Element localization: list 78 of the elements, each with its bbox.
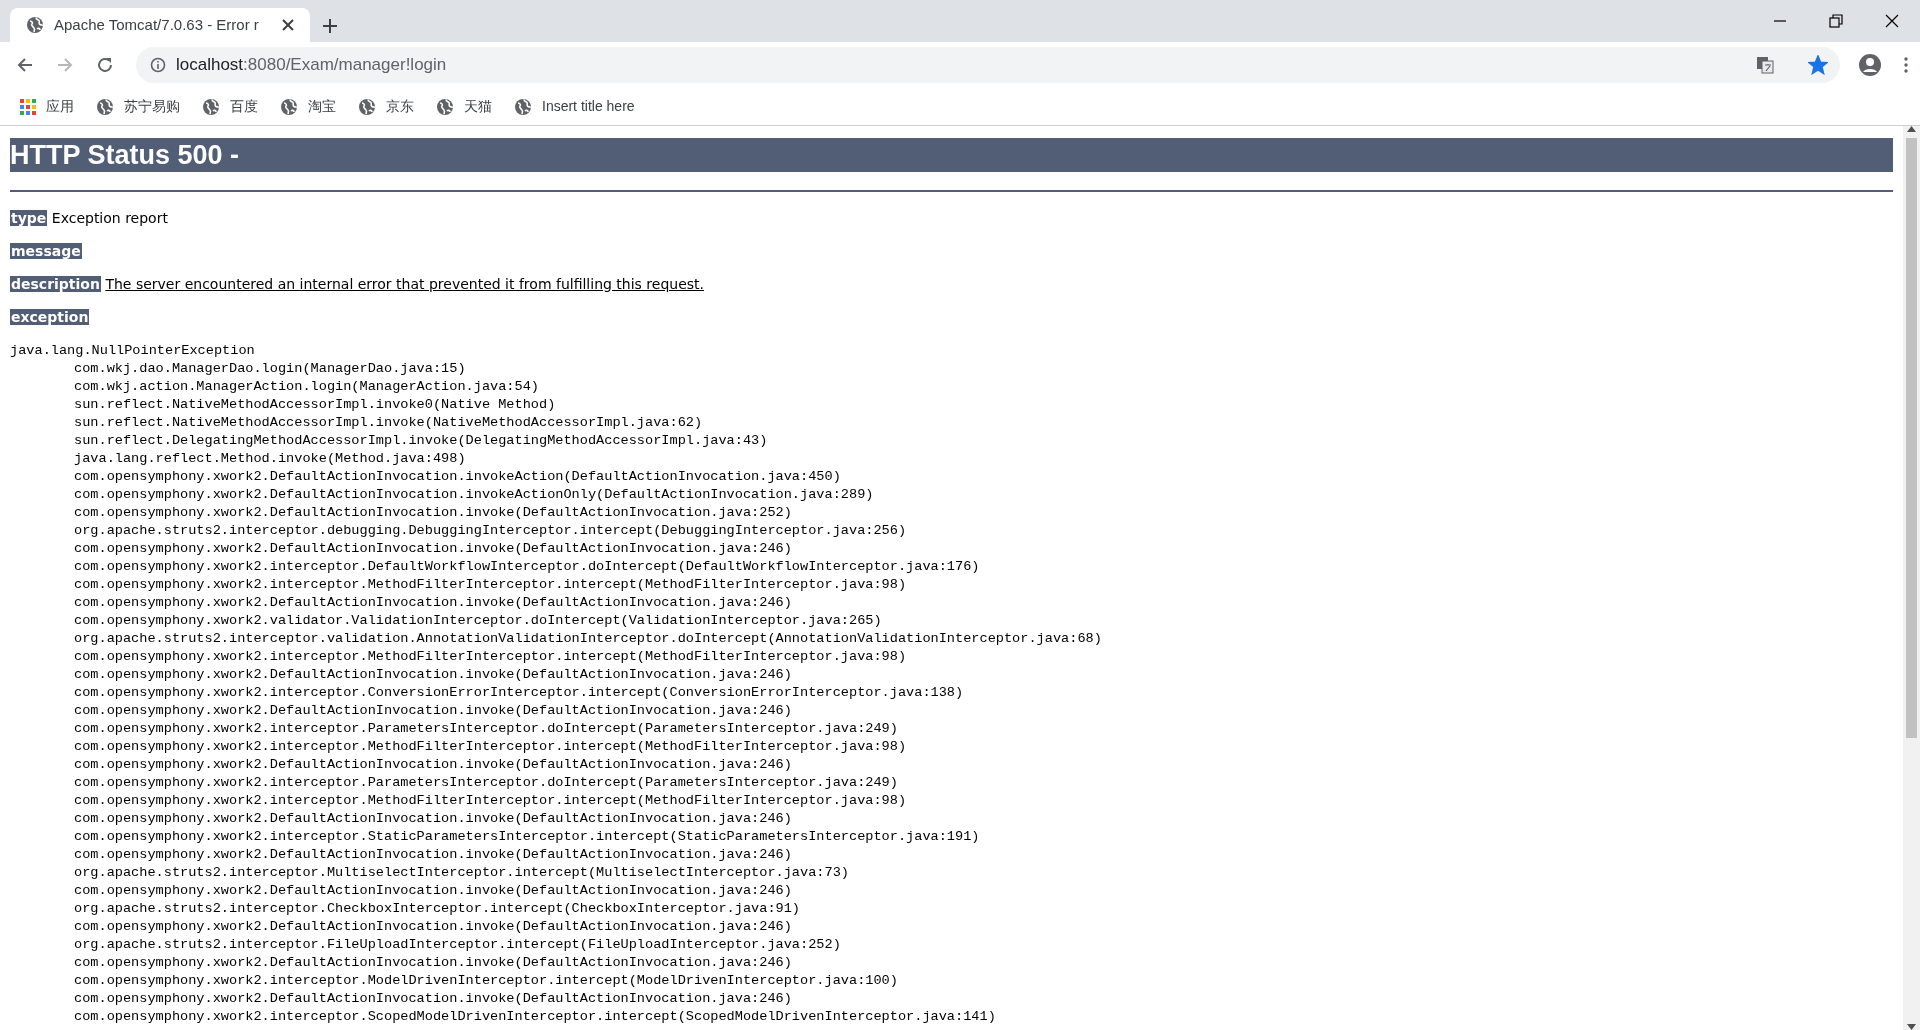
scroll-up-icon xyxy=(1907,126,1916,132)
browser-tab[interactable]: Apache Tomcat/7.0.63 - Error r xyxy=(10,8,310,42)
restore-icon xyxy=(1829,14,1843,28)
stack-frame: sun.reflect.NativeMethodAccessorImpl.invoke0(Native Method) xyxy=(74,396,556,414)
stack-frame: com.opensymphony.xwork2.interceptor.ParametersInterceptor.doIntercept(ParametersInterceptor.java:249) xyxy=(74,774,898,792)
star-icon xyxy=(1808,55,1828,75)
field-label: type xyxy=(10,210,48,226)
stack-frame: com.opensymphony.xwork2.DefaultActionInvocation.invokeActionOnly(DefaultActionInvocation.java:289) xyxy=(74,486,874,504)
globe-icon xyxy=(514,97,532,116)
field-label: description xyxy=(10,276,101,292)
plus-icon xyxy=(322,18,338,34)
stack-frame: com.opensymphony.xwork2.DefaultActionInvocation.invoke(DefaultActionInvocation.java:252) xyxy=(74,504,792,522)
stack-frame: com.opensymphony.xwork2.interceptor.StaticParametersInterceptor.intercept(StaticParametersInterceptor.java:191) xyxy=(74,828,980,846)
scroll-down-icon xyxy=(1907,1024,1916,1030)
stack-frame: com.opensymphony.xwork2.DefaultActionInvocation.invoke(DefaultActionInvocation.java:246) xyxy=(74,846,792,864)
bookmark-item[interactable]: 淘宝 xyxy=(280,96,336,117)
scrollbar[interactable] xyxy=(1903,126,1920,1030)
stack-frame: com.opensymphony.xwork2.validator.ValidationInterceptor.doIntercept(ValidationInterceptor.java:265) xyxy=(74,612,882,630)
field-value: Exception report xyxy=(51,210,168,226)
account-icon xyxy=(1858,53,1882,77)
reload-icon xyxy=(96,56,114,74)
globe-icon xyxy=(358,97,376,116)
stack-frame: com.opensymphony.xwork2.DefaultActionInvocation.invoke(DefaultActionInvocation.java:246) xyxy=(74,810,792,828)
stack-frame: com.opensymphony.xwork2.DefaultActionInvocation.invokeAction(DefaultActionInvocation.java:450) xyxy=(74,468,841,486)
stack-frame: java.lang.reflect.Method.invoke(Method.java:498) xyxy=(74,450,466,468)
description-text: The server encountered an internal error that prevented it from fulfilling this request. xyxy=(105,276,705,292)
stack-frame: com.wkj.action.ManagerAction.login(ManagerAction.java:54) xyxy=(74,378,539,396)
bookmark-item[interactable]: 京东 xyxy=(358,96,414,117)
stack-frame: com.opensymphony.xwork2.DefaultActionInvocation.invoke(DefaultActionInvocation.java:246) xyxy=(74,666,792,684)
stack-frame: com.opensymphony.xwork2.interceptor.ConversionErrorInterceptor.intercept(ConversionErrorInterceptor.java:138) xyxy=(74,684,964,702)
stack-frame: org.apache.struts2.interceptor.validation.AnnotationValidationInterceptor.doIntercept(AnnotationValidationInterceptor.java:68) xyxy=(74,630,1102,648)
stack-frame: com.opensymphony.xwork2.DefaultActionInvocation.invoke(DefaultActionInvocation.java:246) xyxy=(74,918,792,936)
globe-icon xyxy=(280,97,298,116)
stack-frame: org.apache.struts2.interceptor.debugging.DebuggingInterceptor.intercept(DebuggingInterceptor.java:256) xyxy=(74,522,907,540)
back-icon xyxy=(16,56,34,74)
field-label: message xyxy=(10,243,82,259)
url-text: localhost:8080/Exam/manager!login xyxy=(176,54,448,77)
apps-grid-icon xyxy=(20,98,36,115)
bookmark-item[interactable]: 苏宁易购 xyxy=(96,96,180,117)
globe-icon xyxy=(96,97,114,116)
stack-frame: com.wkj.dao.ManagerDao.login(ManagerDao.java:15) xyxy=(74,360,466,378)
stack-frame: com.opensymphony.xwork2.DefaultActionInvocation.invoke(DefaultActionInvocation.java:246) xyxy=(74,540,792,558)
info-icon xyxy=(150,57,166,73)
stack-frame: com.opensymphony.xwork2.interceptor.DefaultWorkflowInterceptor.doIntercept(DefaultWorkflowInterceptor.java:176) xyxy=(74,558,980,576)
bookmark-item[interactable]: Insert title here xyxy=(514,96,635,117)
stack-frame: com.opensymphony.xwork2.interceptor.ParametersInterceptor.doIntercept(ParametersInterceptor.java:249) xyxy=(74,720,898,738)
stack-frame: com.opensymphony.xwork2.interceptor.ScopedModelDrivenInterceptor.intercept(ScopedModelDrivenInterceptor.java:141) xyxy=(74,1008,996,1026)
bookmark-item[interactable]: 百度 xyxy=(202,96,258,117)
forward-icon xyxy=(56,56,74,74)
bookmark-item[interactable]: 天猫 xyxy=(436,96,492,117)
stack-frame: com.opensymphony.xwork2.DefaultActionInvocation.invoke(DefaultActionInvocation.java:246) xyxy=(74,954,792,972)
stack-frame: org.apache.struts2.interceptor.MultiselectInterceptor.intercept(MultiselectInterceptor.java:73) xyxy=(74,864,849,882)
close-icon xyxy=(1885,14,1899,28)
stack-frame: com.opensymphony.xwork2.interceptor.ModelDrivenInterceptor.intercept(ModelDrivenInterceptor.java:100) xyxy=(74,972,898,990)
field-label: exception xyxy=(10,309,90,325)
translate-icon xyxy=(1756,56,1774,74)
exception-name: java.lang.NullPointerException xyxy=(10,342,255,360)
stack-frame: com.opensymphony.xwork2.DefaultActionInvocation.invoke(DefaultActionInvocation.java:246) xyxy=(74,702,792,720)
stack-frame: com.opensymphony.xwork2.DefaultActionInvocation.invoke(DefaultActionInvocation.java:246) xyxy=(74,594,792,612)
close-icon xyxy=(282,19,294,31)
stack-frame: org.apache.struts2.interceptor.CheckboxInterceptor.intercept(CheckboxInterceptor.java:91) xyxy=(74,900,801,918)
page-heading: HTTP Status 500 - xyxy=(10,138,1893,172)
stack-frame: com.opensymphony.xwork2.interceptor.MethodFilterInterceptor.intercept(MethodFilterInterceptor.java:98) xyxy=(74,738,907,756)
stack-frame: com.opensymphony.xwork2.interceptor.MethodFilterInterceptor.intercept(MethodFilterInterceptor.java:98) xyxy=(74,792,907,810)
stack-frame: sun.reflect.DelegatingMethodAccessorImpl.invoke(DelegatingMethodAccessorImpl.java:43) xyxy=(74,432,768,450)
globe-icon xyxy=(26,16,44,34)
stack-frame: com.opensymphony.xwork2.DefaultActionInvocation.invoke(DefaultActionInvocation.java:246) xyxy=(74,756,792,774)
stack-frame: com.opensymphony.xwork2.interceptor.MethodFilterInterceptor.intercept(MethodFilterInterceptor.java:98) xyxy=(74,576,907,594)
address-bar[interactable]: localhost:8080/Exam/manager!login xyxy=(136,47,1840,83)
stack-frame: com.opensymphony.xwork2.DefaultActionInvocation.invoke(DefaultActionInvocation.java:246) xyxy=(74,990,792,1008)
stack-frame: org.apache.struts2.interceptor.FileUploadInterceptor.intercept(FileUploadInterceptor.java:252) xyxy=(74,936,841,954)
menu-icon xyxy=(1904,57,1908,73)
stack-frame: com.opensymphony.xwork2.interceptor.MethodFilterInterceptor.intercept(MethodFilterInterceptor.java:98) xyxy=(74,648,907,666)
stack-frame: com.opensymphony.xwork2.DefaultActionInvocation.invoke(DefaultActionInvocation.java:246) xyxy=(74,882,792,900)
apps-shortcut[interactable]: 应用 xyxy=(20,96,74,117)
globe-icon xyxy=(202,97,220,116)
stack-frame: sun.reflect.NativeMethodAccessorImpl.invoke(NativeMethodAccessorImpl.java:62) xyxy=(74,414,703,432)
globe-icon xyxy=(436,97,454,116)
